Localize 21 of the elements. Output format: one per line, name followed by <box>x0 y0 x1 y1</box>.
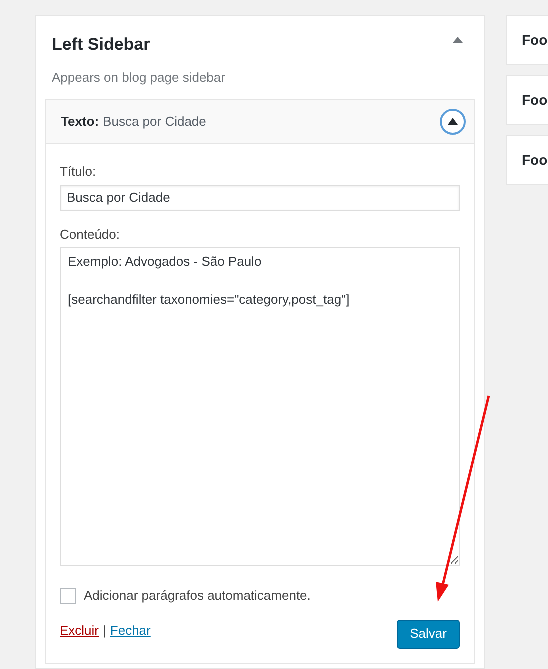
content-textarea[interactable]: Exemplo: Advogados - São Paulo [searchandfilter taxonomies="category,post_tag"] <box>60 247 460 566</box>
widget-type: Texto: <box>61 112 100 131</box>
save-button[interactable]: Salvar <box>397 620 460 648</box>
panel-title: Left Sidebar <box>52 34 150 56</box>
field-label: Título: <box>60 163 98 181</box>
caret-up-icon <box>448 118 458 125</box>
delete-link[interactable]: Excluir <box>60 620 100 640</box>
panel-title: Foo <box>522 30 548 50</box>
field-label: Conteúdo: <box>60 226 121 244</box>
close-link[interactable]: Fechar <box>110 620 151 640</box>
collapse-toggle[interactable] <box>452 35 464 45</box>
panel-description: Appears on blog page sidebar <box>51 68 226 87</box>
checkbox[interactable] <box>60 588 76 604</box>
link-separator: | <box>103 622 106 640</box>
widget-title: Busca por Cidade <box>103 112 206 131</box>
expand-toggle[interactable] <box>440 108 466 134</box>
panel-title: Foo <box>522 90 548 110</box>
widget-header[interactable]: Texto: Busca por Cidade <box>46 100 474 144</box>
panel-title: Foo <box>522 150 548 170</box>
checkbox-label: Adicionar parágrafos automaticamente. <box>84 587 311 605</box>
title-input[interactable]: Busca por Cidade <box>60 184 460 210</box>
